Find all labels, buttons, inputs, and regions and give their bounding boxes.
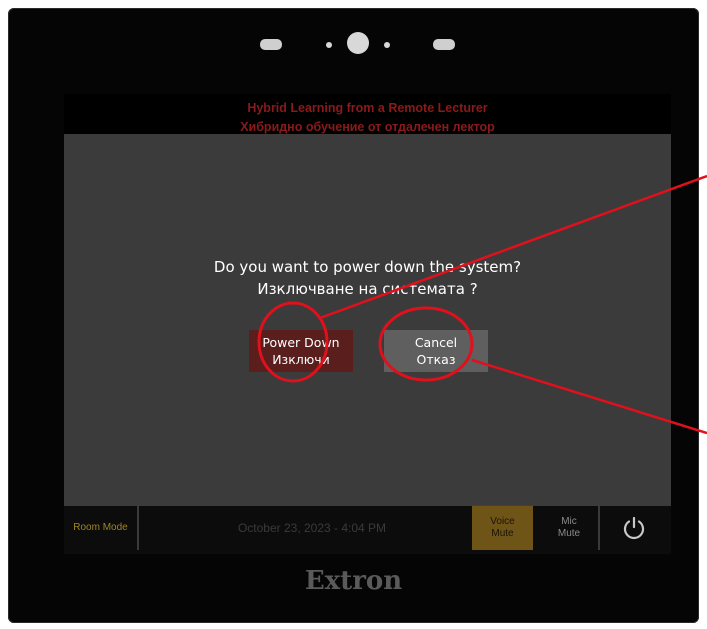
mic-mute-button[interactable]: Mic Mute	[541, 505, 597, 550]
power-button[interactable]	[619, 513, 649, 543]
dialog-question-bg: Изключване на системата ?	[257, 280, 478, 298]
voice-mute-label-line1: Voice	[490, 515, 515, 527]
mic-mute-label-line1: Mic	[561, 515, 577, 527]
power-down-dialog: Do you want to power down the system? Из…	[64, 134, 671, 506]
extron-logo: Extron	[304, 566, 403, 596]
sensor-right	[433, 39, 455, 50]
power-down-label-line2: Изключи	[272, 352, 330, 367]
cancel-label-line1: Cancel	[414, 335, 458, 350]
voice-mute-button[interactable]: Voice Mute	[472, 505, 533, 550]
power-down-label-line1: Power Down	[262, 335, 340, 350]
sensor-dot-small-left	[326, 42, 332, 48]
divider	[598, 505, 600, 550]
room-mode-button[interactable]: Room Mode	[64, 505, 137, 550]
header-title-bg: Хибридно обучение от отдалечен лектор	[240, 120, 495, 134]
mic-mute-label-line2: Mute	[557, 527, 581, 539]
bottom-bar: Room Mode October 23, 2023 - 4:04 PM Voi…	[64, 505, 671, 554]
sensor-dot-small-right	[384, 42, 390, 48]
cancel-button[interactable]: Cancel Отказ	[384, 330, 488, 372]
sensor-left	[260, 39, 282, 50]
touch-panel-device: Hybrid Learning from a Remote Lecturer Х…	[8, 8, 699, 623]
header-title-en: Hybrid Learning from a Remote Lecturer	[247, 101, 488, 115]
cancel-label-line2: Отказ	[416, 352, 456, 367]
power-icon	[623, 516, 645, 540]
camera-lens	[347, 32, 369, 54]
dialog-question-en: Do you want to power down the system?	[213, 258, 522, 276]
divider	[137, 505, 139, 550]
voice-mute-label-line2: Mute	[491, 527, 514, 539]
touch-screen: Hybrid Learning from a Remote Lecturer Х…	[64, 94, 671, 554]
datetime-display: October 23, 2023 - 4:04 PM	[237, 520, 387, 535]
power-down-button[interactable]: Power Down Изключи	[249, 330, 353, 372]
